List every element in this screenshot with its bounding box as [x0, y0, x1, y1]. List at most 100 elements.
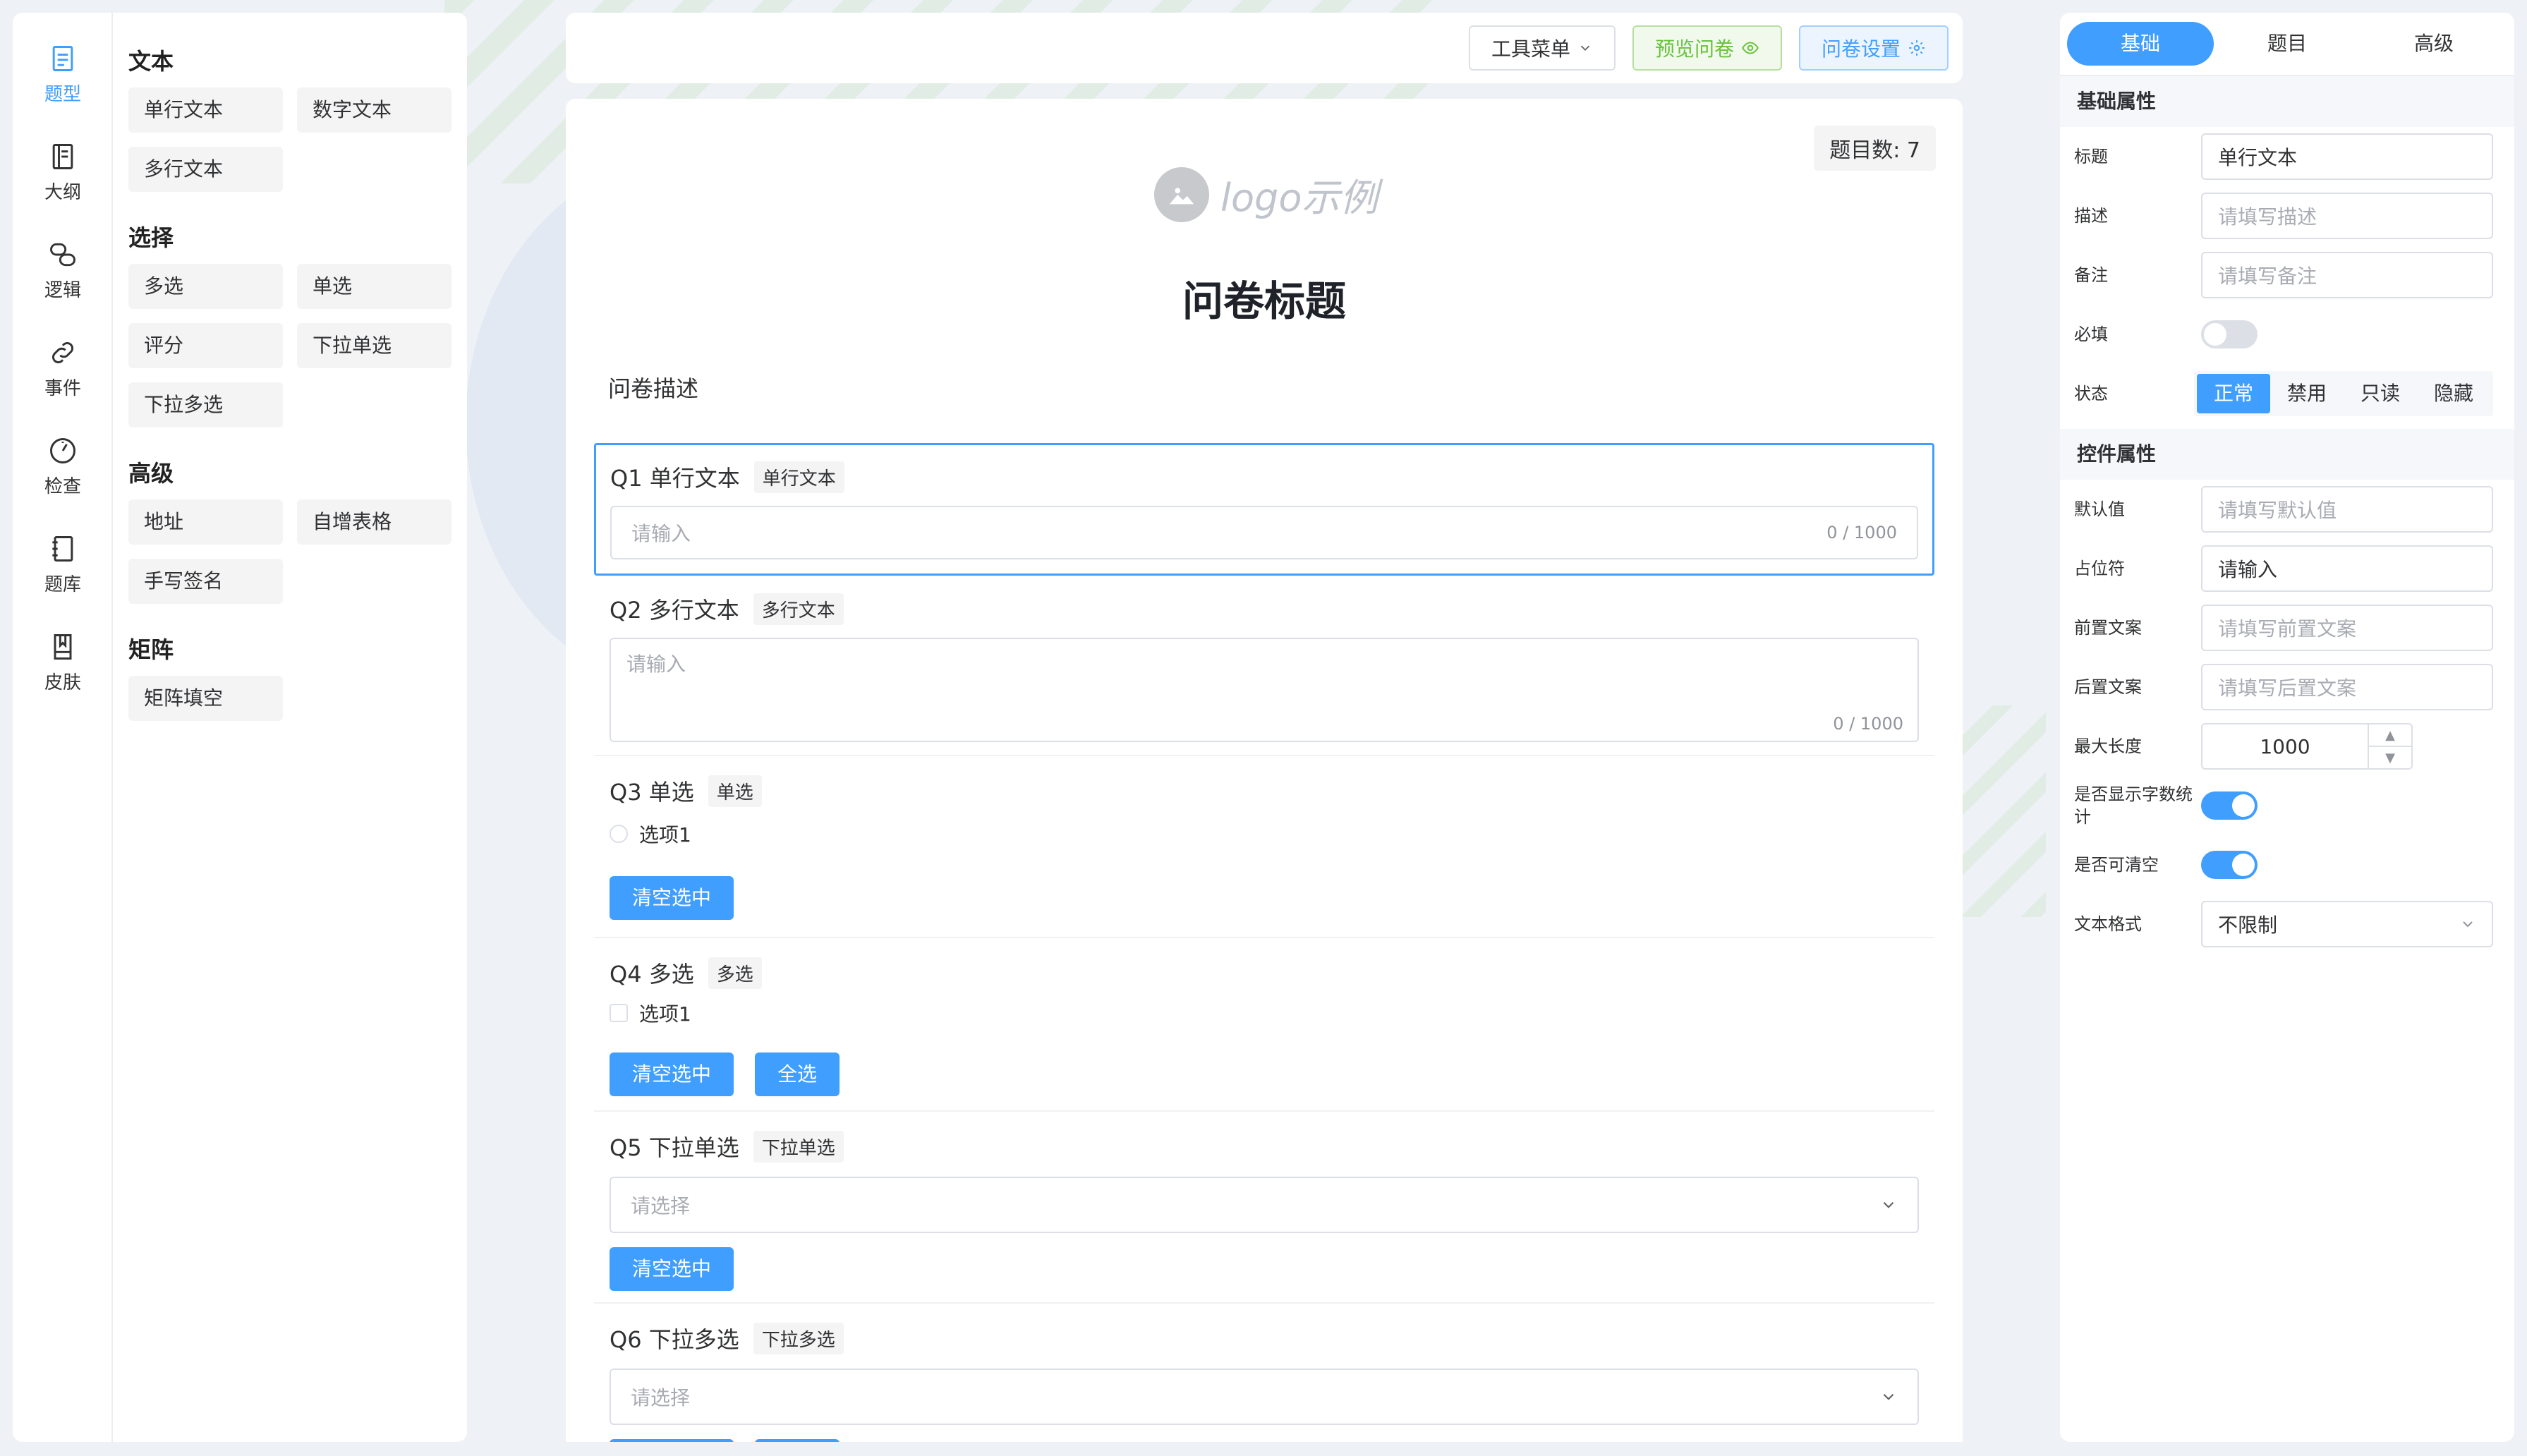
field-label: 是否可清空	[2074, 855, 2159, 875]
rail-item-logic[interactable]: 逻辑	[13, 222, 113, 320]
document-icon	[52, 46, 73, 71]
show-count-toggle[interactable]	[2201, 791, 2258, 820]
rail-item-question-bank[interactable]: 题库	[13, 516, 113, 614]
field-label: 描述	[2074, 206, 2108, 226]
eye-icon	[1742, 42, 1759, 54]
placeholder-input[interactable]: 请输入	[2201, 545, 2493, 592]
tab-advanced[interactable]: 高级	[2361, 22, 2507, 66]
component-multi-line-text[interactable]: 多行文本	[128, 147, 283, 192]
group-title-choice: 选择	[128, 224, 174, 251]
single-line-input[interactable]: 请输入 0 / 1000	[610, 506, 1918, 559]
rail-item-outline[interactable]: 大纲	[13, 123, 113, 222]
component-single-line-text[interactable]: 单行文本	[128, 87, 283, 133]
row-prefix: 前置文案 请填写前置文案	[2060, 598, 2514, 657]
checkbox-icon[interactable]	[610, 1004, 628, 1022]
select-all-button[interactable]: 全选	[755, 1052, 840, 1096]
component-dropdown-multi[interactable]: 下拉多选	[128, 382, 283, 427]
max-length-stepper[interactable]: 1000 ▲ ▼	[2201, 723, 2413, 770]
settings-label: 问卷设置	[1821, 37, 1901, 61]
field-label: 最大长度	[2074, 736, 2142, 756]
group-title-advanced: 高级	[128, 460, 174, 487]
multi-line-textarea[interactable]: 请输入 0 / 1000	[610, 638, 1919, 742]
chevron-up-icon[interactable]: ▲	[2369, 724, 2411, 747]
question-type-tag: 下拉单选	[753, 1130, 844, 1163]
chevron-down-icon	[2463, 921, 2473, 928]
question-q3[interactable]: Q3 单选 单选 选项1 清空选中	[594, 756, 1934, 938]
default-value-input[interactable]: 请填写默认值	[2201, 486, 2493, 533]
question-q2[interactable]: Q2 多行文本 多行文本 请输入 0 / 1000	[594, 580, 1934, 756]
input-value: 请输入	[2218, 558, 2278, 581]
component-rating[interactable]: 评分	[128, 323, 283, 368]
component-dropdown-single[interactable]: 下拉单选	[297, 323, 452, 368]
rail-item-question-types[interactable]: 题型	[13, 25, 113, 123]
component-matrix-fill[interactable]: 矩阵填空	[128, 676, 283, 721]
rail-item-check[interactable]: 检查	[13, 418, 113, 516]
question-q6[interactable]: Q6 下拉多选 下拉多选 请选择	[594, 1304, 1934, 1442]
option-label: 选项1	[639, 823, 691, 847]
question-title: Q5 下拉单选	[610, 1134, 739, 1161]
radio-circle-icon[interactable]	[610, 825, 628, 843]
clear-selection-button[interactable]: 清空选中	[610, 876, 734, 920]
partial-button[interactable]	[755, 1439, 840, 1442]
radio-option[interactable]: 选项1	[610, 820, 1919, 848]
component-single-choice[interactable]: 单选	[297, 264, 452, 309]
component-signature[interactable]: 手写签名	[128, 559, 283, 604]
char-counter: 0 / 1000	[1833, 714, 1903, 734]
component-auto-table[interactable]: 自增表格	[297, 499, 452, 545]
component-number-text[interactable]: 数字文本	[297, 87, 452, 133]
question-q4[interactable]: Q4 多选 多选 选项1 清空选中 全选	[594, 938, 1934, 1112]
checkbox-option[interactable]: 选项1	[610, 999, 1919, 1027]
component-address[interactable]: 地址	[128, 499, 283, 545]
suffix-input[interactable]: 请填写后置文案	[2201, 664, 2493, 710]
logo-text: logo示例	[1220, 176, 1378, 220]
preview-button[interactable]: 预览问卷	[1632, 25, 1782, 71]
row-max-length: 最大长度 1000 ▲ ▼	[2060, 717, 2514, 776]
section-control-properties: 控件属性	[2060, 429, 2514, 480]
clear-selection-button[interactable]: 清空选中	[610, 1052, 734, 1096]
component-multi-choice[interactable]: 多选	[128, 264, 283, 309]
tab-question[interactable]: 题目	[2214, 22, 2361, 66]
partial-button[interactable]	[610, 1439, 734, 1442]
status-normal[interactable]: 正常	[2197, 374, 2270, 413]
select-placeholder: 请选择	[631, 1386, 691, 1409]
chevron-down-icon	[1580, 45, 1590, 51]
status-disabled[interactable]: 禁用	[2270, 374, 2344, 413]
clear-selection-button[interactable]: 清空选中	[610, 1247, 734, 1291]
status-readonly[interactable]: 只读	[2344, 374, 2417, 413]
tools-menu-button[interactable]: 工具菜单	[1468, 25, 1616, 71]
skin-icon	[54, 634, 72, 660]
select-placeholder: 请选择	[631, 1194, 691, 1218]
question-count-badge: 题目数: 7	[1814, 126, 1936, 171]
status-hidden[interactable]: 隐藏	[2417, 374, 2490, 413]
rail-item-skin[interactable]: 皮肤	[13, 614, 113, 712]
question-q5[interactable]: Q5 下拉单选 下拉单选 请选择 清空选中	[594, 1112, 1934, 1304]
field-label: 文本格式	[2074, 914, 2142, 934]
tools-menu-label: 工具菜单	[1491, 37, 1570, 61]
row-suffix: 后置文案 请填写后置文案	[2060, 657, 2514, 717]
rail-label: 检查	[44, 476, 81, 497]
required-toggle[interactable]	[2201, 320, 2258, 348]
dropdown-single-select[interactable]: 请选择	[610, 1177, 1919, 1233]
chevron-down-icon	[1883, 1201, 1894, 1208]
title-input[interactable]: 单行文本	[2201, 133, 2493, 180]
row-clearable: 是否可清空	[2060, 835, 2514, 894]
dropdown-multi-select[interactable]: 请选择	[610, 1369, 1919, 1425]
prefix-input[interactable]: 请填写前置文案	[2201, 605, 2493, 651]
text-format-select[interactable]: 不限制	[2201, 901, 2493, 947]
clearable-toggle[interactable]	[2201, 851, 2258, 879]
survey-title[interactable]: 问卷标题	[566, 268, 1963, 327]
preview-label: 预览问卷	[1654, 37, 1734, 61]
survey-description[interactable]: 问卷描述	[608, 371, 698, 404]
input-placeholder: 请填写描述	[2218, 205, 2317, 229]
question-title: Q2 多行文本	[610, 597, 739, 624]
chevron-down-icon[interactable]: ▼	[2369, 747, 2411, 768]
question-title: Q4 多选	[610, 961, 694, 988]
survey-settings-button[interactable]: 问卷设置	[1798, 25, 1949, 71]
description-input[interactable]: 请填写描述	[2201, 193, 2493, 239]
question-q1[interactable]: Q1 单行文本 单行文本 请输入 0 / 1000	[594, 443, 1934, 576]
note-input[interactable]: 请填写备注	[2201, 252, 2493, 298]
rail-item-events[interactable]: 事件	[13, 320, 113, 418]
section-basic-properties: 基础属性	[2060, 76, 2514, 127]
tab-basic[interactable]: 基础	[2067, 22, 2214, 66]
left-rail: 题型 大纲 逻辑 事件 检查 题库 皮肤	[13, 13, 113, 1442]
